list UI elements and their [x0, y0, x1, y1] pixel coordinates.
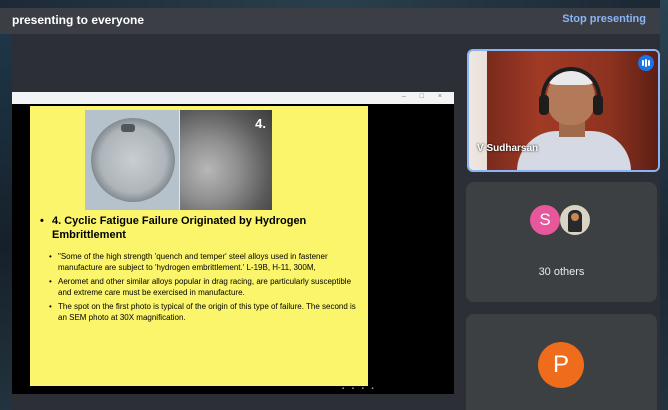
background-edge-right	[660, 0, 668, 410]
avatar-photo	[560, 205, 590, 235]
others-count-label: 30 others	[538, 266, 585, 278]
mic-active-icon	[638, 55, 654, 71]
background-edge-left	[0, 0, 12, 410]
headphone-left-cup	[539, 95, 549, 115]
sem-photo: 4.	[180, 110, 272, 210]
avatar-p: P	[538, 342, 584, 388]
shared-window-titlebar: – □ ×	[12, 92, 454, 104]
window-controls[interactable]: – □ ×	[402, 93, 448, 100]
background-edge-top	[0, 0, 668, 8]
slide-heading: • 4. Cyclic Fatigue Failure Originated b…	[40, 215, 307, 241]
fracture-photo	[85, 110, 179, 210]
slide-view-controls[interactable]: ▪ ▪ ▪ ▪	[342, 386, 377, 392]
slide-bullet: The spot on the first photo is typical o…	[49, 301, 358, 323]
others-tile[interactable]: S 30 others	[466, 182, 657, 302]
stop-presenting-button[interactable]: Stop presenting	[562, 13, 646, 25]
slide-bullet: "Some of the high strength 'quench and t…	[49, 251, 358, 273]
avatar-photo-face	[571, 213, 579, 221]
sem-photo-number: 4.	[255, 116, 266, 131]
slide-bullet-list: "Some of the high strength 'quench and t…	[49, 251, 358, 326]
bolt-notch	[121, 124, 135, 132]
avatar-s: S	[530, 205, 560, 235]
participant-tile-p[interactable]: P	[466, 314, 657, 410]
presenting-banner-text: presenting to everyone	[12, 13, 145, 27]
headphone-right-cup	[593, 95, 603, 115]
presenting-banner: presenting to everyone Stop presenting	[0, 8, 660, 34]
presentation-stage: – □ × 4. • 4. Cyclic Fatigue Failure Ori…	[12, 92, 454, 394]
presenter-tile[interactable]: V Sudharsan	[467, 49, 660, 172]
shared-slide: 4. • 4. Cyclic Fatigue Failure Originate…	[30, 106, 368, 386]
slide-heading-text: 4. Cyclic Fatigue Failure Originated by …	[52, 215, 307, 241]
slide-bullet: Aeromet and other similar alloys popular…	[49, 276, 358, 298]
presenter-name: V Sudharsan	[477, 143, 539, 154]
